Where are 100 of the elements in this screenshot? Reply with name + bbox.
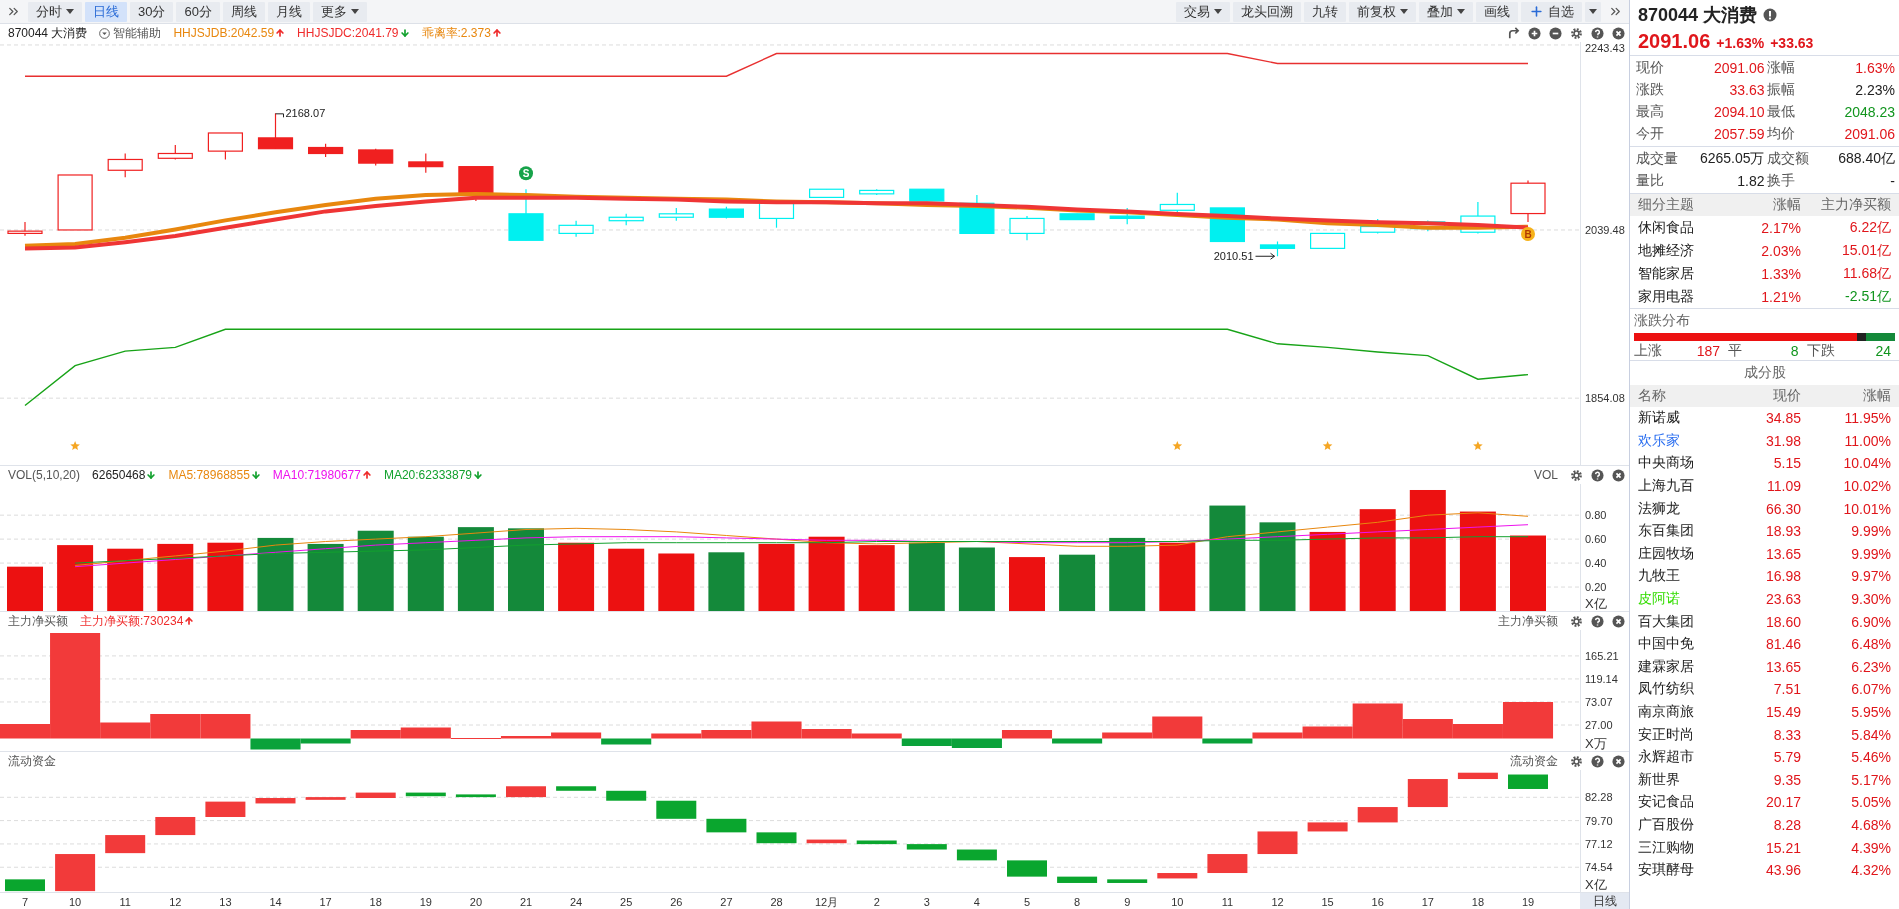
table-cell-text: 9.99% (1850, 523, 1891, 540)
axis-unit: X亿 (1585, 596, 1607, 611)
table-cell-text: 9.99% (1850, 545, 1891, 562)
axis-label: 0.80 (1585, 509, 1607, 522)
column-header: 名称 (1638, 387, 1667, 405)
table-cell-text: 9.97% (1850, 568, 1891, 585)
date-label: 27 (720, 896, 733, 908)
stat-label: 量比 (1636, 172, 1665, 190)
axis-label: 0.20 (1585, 581, 1607, 594)
stat-label: 涨幅 (1766, 59, 1796, 77)
date-label: 21 (519, 896, 533, 908)
table-cell-text: 6.07% (1850, 681, 1891, 698)
section-title: 成分股 (1743, 364, 1786, 382)
date-label: 18 (1471, 896, 1485, 908)
table-cell-text: 9.35 (1772, 771, 1801, 788)
column-header: 主力净买额 (1820, 196, 1891, 214)
price-label: 2168.07 (285, 107, 326, 120)
stat-label: 现价 (1636, 59, 1665, 77)
table-cell-text: 11.00% (1843, 432, 1891, 449)
axis-label: 119.14 (1585, 672, 1618, 685)
column-header: 涨幅 (1862, 387, 1891, 405)
axis-label: 74.54 (1585, 861, 1613, 874)
count-label: 平 (1728, 341, 1742, 360)
axis-label: 77.12 (1585, 837, 1613, 850)
date-label: 13 (219, 896, 232, 908)
table-cell-text: 4.39% (1850, 839, 1891, 856)
table-cell-text: 6.22亿 (1848, 218, 1891, 237)
date-label: 24 (569, 896, 583, 908)
date-label: 11 (1221, 896, 1234, 908)
change-amount: +33.63 (1770, 35, 1814, 51)
sell-signal: S (519, 166, 533, 181)
column-header: 细分主题 (1638, 196, 1695, 214)
date-label: 10 (1171, 896, 1184, 908)
table-cell-text: 18.93 (1764, 523, 1801, 540)
table-cell-text: 15.21 (1764, 839, 1801, 856)
stat-value: 1.63% (1854, 60, 1895, 76)
indicator-name: 主力净买额 (1498, 612, 1558, 630)
table-cell-text: 6.48% (1850, 636, 1891, 653)
date-label: 20 (469, 896, 482, 908)
table-cell-text: 7.51 (1772, 681, 1801, 698)
table-cell-text: 2.03% (1760, 242, 1801, 259)
date-label: 26 (670, 896, 683, 908)
axis-label: 73.07 (1585, 695, 1613, 708)
axis-label: 0.60 (1585, 533, 1607, 546)
table-cell-text: 20.17 (1764, 794, 1801, 811)
table-cell-text: 13.65 (1764, 658, 1801, 675)
stat-label: 今开 (1636, 125, 1665, 143)
stat-value: 2091.06 (1843, 126, 1895, 142)
axis-label: 2039.48 (1585, 224, 1625, 236)
indicator-name: VOL (1534, 468, 1558, 482)
date-label: 8 (1074, 896, 1081, 908)
stat-value: 1.82 (1736, 173, 1765, 189)
stat-value: 688.40亿 (1837, 150, 1895, 168)
stat-value: 2048.23 (1843, 104, 1895, 120)
table-cell-text: 8.33 (1772, 726, 1801, 743)
axis-label: 2243.43 (1585, 42, 1625, 54)
table-cell-text: 5.17% (1850, 771, 1891, 788)
axis-label: 79.70 (1585, 814, 1613, 827)
stat-label: 成交额 (1766, 150, 1810, 168)
date-label: 10 (68, 896, 82, 908)
table-cell-text: 2.17% (1760, 219, 1801, 236)
table-cell-text: 10.01% (1842, 500, 1891, 517)
stat-label: 成交量 (1636, 150, 1679, 168)
indicator-value: MA20:62333879 (383, 468, 472, 482)
stat-value: 2091.06 (1712, 60, 1765, 76)
indicator-value: MA5:78968855 (168, 468, 250, 482)
date-label: 9 (1124, 896, 1131, 908)
table-cell-text: 5.84% (1850, 726, 1891, 743)
stat-label: 振幅 (1766, 81, 1796, 99)
stat-label: 涨跌 (1636, 81, 1665, 99)
date-label: 25 (620, 896, 633, 908)
table-cell-text: 5.15 (1772, 455, 1801, 472)
stat-label: 均价 (1766, 125, 1796, 143)
table-cell-text: 5.46% (1850, 749, 1891, 766)
axis-label: 165.21 (1585, 649, 1619, 662)
table-cell-text: 5.05% (1850, 794, 1891, 811)
table-cell-text: 1.21% (1760, 288, 1801, 305)
stat-value: 2057.59 (1712, 126, 1765, 142)
table-cell-text: 4.32% (1850, 862, 1891, 879)
axis-label: 0.40 (1585, 557, 1607, 570)
table-cell-text: 31.98 (1764, 432, 1801, 449)
table-cell-text: 5.95% (1850, 704, 1891, 720)
stat-value: 2.23% (1854, 82, 1895, 98)
indicator-value: HHJSJDC:2041.79 (297, 26, 399, 40)
count-value: 187 (1695, 342, 1721, 359)
indicator-title: VOL(5,10,20) (8, 468, 81, 482)
indicator-value: HHJSJDB:2042.59 (173, 26, 275, 40)
table-cell-text: 66.30 (1764, 500, 1801, 517)
date-label: 16 (1371, 896, 1384, 908)
table-cell-text: 13.65 (1764, 545, 1801, 562)
buy-signal: B (1521, 227, 1535, 242)
indicator-title: 流动资金 (8, 752, 56, 770)
count-label: 上涨 (1634, 341, 1662, 360)
indicator-value: MA10:71980677 (272, 468, 361, 482)
indicator-title: 主力净买额 (8, 612, 68, 630)
axis-unit: X万 (1585, 736, 1607, 751)
date-label: 14 (269, 896, 282, 908)
last-price: 2091.06 (1638, 30, 1711, 53)
column-header: 涨幅 (1772, 196, 1801, 214)
table-cell-text: 8.28 (1772, 817, 1801, 833)
